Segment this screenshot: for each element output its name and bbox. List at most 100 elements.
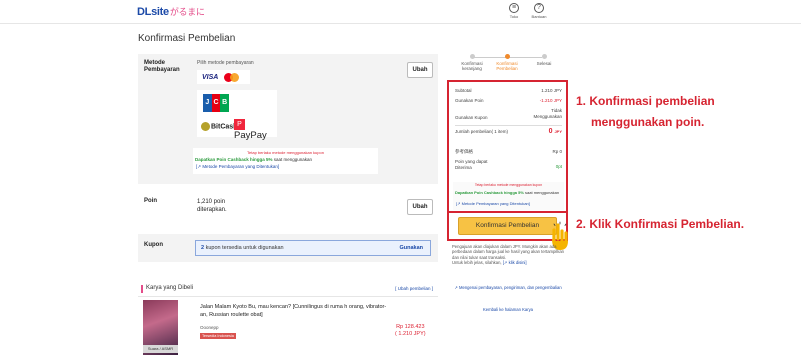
bitcash-icon (201, 122, 210, 131)
payment-notes: Pengajuan akan diajukan dalam JPY. Mungk… (452, 244, 564, 265)
subtotal-row: Subtotal 1.210 JPY (455, 88, 562, 94)
external-link-icon: ↗ (503, 259, 508, 265)
item-category-tag: Suara / ASMR (143, 345, 178, 353)
change-poin-button[interactable]: Ubah (407, 199, 433, 215)
reference-price-label: 参考価格 (455, 149, 473, 154)
step-done: Selesai (526, 54, 562, 66)
step-dot (541, 54, 547, 59)
payment-policy-text: Mengenai pembayaran, pengiriman, dan pen… (459, 285, 562, 290)
summary-cashback-link[interactable]: [↗ Metode Pembayaran yang Ditentukan] (456, 201, 530, 206)
total-unit: JPY (554, 129, 562, 134)
paypay-logo: PPayPay (234, 119, 277, 141)
kupon-section: Kupon 2 kupon tersedia untuk digunakan G… (138, 234, 438, 262)
reference-price-row: 参考価格 Rp 0 (455, 149, 562, 155)
back-to-work-link[interactable]: Kembali ke halaman Karya (452, 307, 564, 312)
annotation-step-1: 1. Konfirmasi pembelian menggunakan poin… (576, 91, 715, 133)
checkout-steps: Konfirmasi keranjang Konfirmasi Pembelia… (452, 54, 564, 74)
jcb-j: J (203, 94, 212, 112)
summary-cashback-text: Dapatkan Poin Cashback hingga 5% saat me… (455, 190, 560, 195)
logo-text: DLsite (137, 6, 169, 18)
poin-used-value: -1.210 JPY (539, 98, 562, 103)
poin-applied: diterapkan. (197, 207, 227, 213)
subtotal-value: 1.210 JPY (541, 88, 562, 93)
summary-cashback-rest: saat menggunakan (523, 190, 560, 195)
cashback-rest: saat menggunakan (272, 157, 313, 162)
total-label: Jumlah pembelian( 1 item) (455, 129, 509, 134)
item-price-idr: Rp 128.423 (396, 324, 425, 330)
step-dot (504, 54, 510, 59)
poin-row: Gunakan Poin -1.210 JPY (455, 98, 562, 104)
site-logo[interactable]: DLsiteがるまに (137, 5, 205, 18)
payment-section: Metode Pembayaran Pilih metode pembayara… (138, 54, 438, 184)
other-payment-logos: J C B BitCash PPayPay (197, 90, 277, 141)
click-here-link[interactable]: [↗ klik disini] (503, 260, 527, 265)
summary-cashback-link-text: Metode Pembayaran yang Ditentukan (461, 201, 529, 206)
paypay-icon: P (234, 119, 245, 130)
subtotal-label: Subtotal (455, 88, 472, 93)
kupon-value-1: Tidak (551, 108, 562, 113)
poin-used-label: Gunakan Poin (455, 98, 484, 103)
use-kupon-button[interactable]: Gunakan (399, 245, 423, 251)
total-number: 0 (548, 128, 553, 135)
page-title: Konfirmasi Pembelian (138, 33, 236, 44)
help-button[interactable]: ? Bantuan (529, 3, 549, 19)
stack-icon: ≡ (509, 3, 519, 13)
annotation-1-line-1: 1. Konfirmasi pembelian (576, 94, 715, 108)
kupon-value-2: Menggunakan (533, 113, 562, 119)
kupon-label: Kupon (144, 242, 163, 248)
kupon-text: 2 kupon tersedia untuk digunakan (201, 245, 284, 251)
paypay-text: PayPay (234, 130, 267, 142)
poin-amount: 1,210 poin (197, 199, 226, 205)
poin-label: Poin (144, 198, 157, 204)
total-row: Jumlah pembelian( 1 item) 0 JPY (455, 128, 562, 143)
payment-label: Metode Pembayaran (144, 60, 180, 73)
external-link-icon: ↗ (454, 285, 458, 290)
item-language-badge: Tersedia Indonesia (200, 333, 236, 339)
item-title[interactable]: Jalan Malam Kyoto Bu, mau kencan? [Cunni… (200, 304, 390, 319)
item-price: Rp 128.423 ( 1.210 JPY) (395, 324, 426, 338)
confirm-purchase-button[interactable]: Konfirmasi Pembelian (458, 217, 557, 235)
help-icon: ? (534, 3, 544, 13)
cashback-text: Dapatkan Poin Cashback hingga 5% saat me… (195, 157, 312, 162)
annotation-1-line-2: menggunakan poin. (591, 115, 705, 129)
item-maker[interactable]: Ooonepp (200, 325, 219, 330)
jcb-logo: J C B (203, 94, 230, 112)
cashback-notice: Tetap berlaku metode menggunakan kupon D… (193, 148, 378, 174)
click-here-text: klik disini (508, 259, 526, 265)
summary-divider (455, 125, 562, 126)
cashback-warning: Tetap berlaku metode menggunakan kupon (247, 150, 324, 155)
store-button[interactable]: ≡ Toko (504, 3, 524, 19)
step-confirm: Konfirmasi Pembelian (489, 54, 525, 71)
notes-more-prefix: Untuk lebih jelas, silahkan, (452, 259, 503, 265)
external-link-icon: ↗ (457, 201, 461, 206)
change-purchase-link[interactable]: [ Ubah pembelian ] (395, 286, 433, 291)
cashback-link-text: Metode Pembayaran yang Ditentukan (202, 164, 278, 169)
poin-value: 1,210 poin diterapkan. (197, 198, 227, 214)
step-cart: Konfirmasi keranjang (454, 54, 490, 71)
kupon-used-label: Gunakan Kupon (455, 115, 488, 120)
change-payment-button[interactable]: Ubah (407, 62, 433, 78)
cashback-link[interactable]: [↗ Metode Pembayaran yang Ditentukan] (196, 164, 279, 170)
step-label: Konfirmasi Pembelian (496, 61, 518, 71)
purchased-items-title: Karya yang Dibeli (140, 285, 194, 293)
summary-cashback-bold: Dapatkan Poin Cashback hingga 5% (455, 190, 524, 195)
jcb-c: C (211, 94, 221, 112)
annotation-step-2: 2. Klik Konfirmasi Pembelian. (576, 217, 745, 231)
store-label: Toko (509, 14, 519, 19)
earn-poin-row: Poin yang dapat Diterima 0pt (455, 159, 562, 170)
earn-poin-value: 0pt (555, 164, 562, 169)
card-logos: VISA (197, 70, 250, 84)
summary-cashback-notice: Tetap berlaku metode menggunakan kupon D… (453, 182, 564, 210)
notes-text: Pengajuan akan diajukan dalam JPY. Mungk… (452, 244, 564, 260)
kupon-box: 2 kupon tersedia untuk digunakan Gunakan (195, 240, 431, 256)
earn-poin-label: Poin yang dapat Diterima (455, 159, 488, 170)
payment-hint: Pilih metode pembayaran (197, 60, 254, 66)
poin-section: Poin 1,210 poin diterapkan. Ubah (138, 191, 438, 227)
total-value: 0 JPY (548, 128, 562, 135)
logo-sub-text: がるまに (169, 7, 205, 17)
jcb-b: B (220, 94, 230, 112)
step-dot (469, 54, 475, 59)
cashback-bold: Dapatkan Poin Cashback hingga 5% (195, 157, 273, 162)
payment-policy-link[interactable]: ↗ Mengenai pembayaran, pengiriman, dan p… (452, 285, 564, 291)
mastercard-icon (224, 73, 240, 82)
